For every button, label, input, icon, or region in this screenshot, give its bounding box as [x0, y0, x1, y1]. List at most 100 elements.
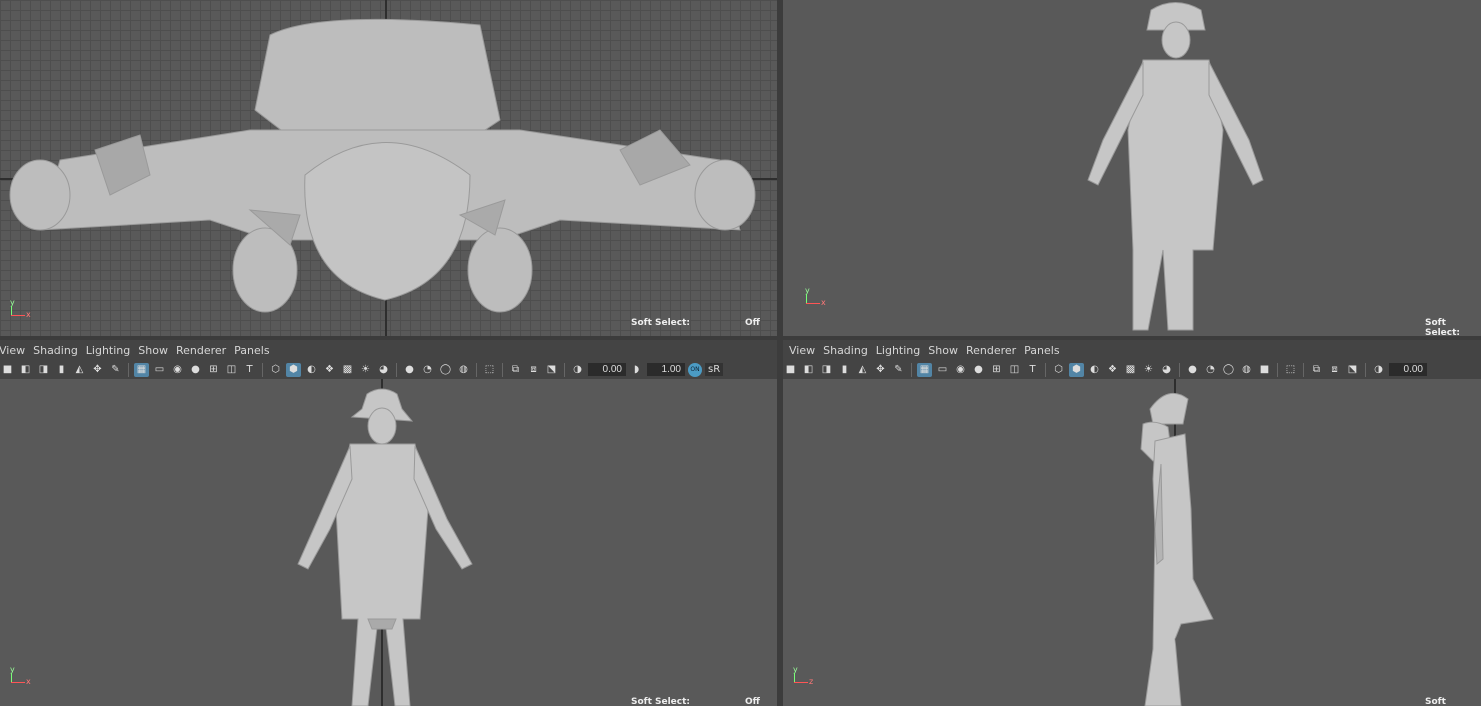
- field-chart-icon[interactable]: ⊞: [989, 363, 1004, 377]
- stop-icon[interactable]: ■: [1257, 363, 1272, 377]
- xray-components-icon[interactable]: ⬔: [544, 363, 559, 377]
- soft-select-status: Soft Select:: [1425, 697, 1446, 706]
- viewport-top[interactable]: yx Soft Select: Off: [0, 0, 777, 336]
- menu-show[interactable]: Show: [928, 344, 958, 357]
- ambient-occlusion-icon[interactable]: ●: [1185, 363, 1200, 377]
- viewport-side[interactable]: yz Soft Select:: [783, 379, 1481, 706]
- viewport-perspective[interactable]: yx Soft Select:: [783, 0, 1481, 336]
- safe-action-icon[interactable]: ◫: [1007, 363, 1022, 377]
- wireframe-icon[interactable]: ⬡: [268, 363, 283, 377]
- motion-blur-icon[interactable]: ◔: [420, 363, 435, 377]
- isolate-select-icon[interactable]: ⬚: [482, 363, 497, 377]
- resolution-gate-icon[interactable]: ◉: [170, 363, 185, 377]
- toolbar-separator: [1365, 362, 1366, 377]
- menu-shading[interactable]: Shading: [823, 344, 868, 357]
- 2d-pan-icon[interactable]: ✥: [873, 363, 888, 377]
- soft-select-status: Soft Select:: [1425, 318, 1461, 336]
- image-plane-icon[interactable]: ◭: [855, 363, 870, 377]
- xray-components-icon[interactable]: ⬔: [1345, 363, 1360, 377]
- resolution-gate-icon[interactable]: ◉: [953, 363, 968, 377]
- safe-title-icon[interactable]: T: [242, 363, 257, 377]
- camera-attr-icon[interactable]: ◨: [36, 363, 51, 377]
- anti-alias-icon[interactable]: ◯: [438, 363, 453, 377]
- textured-icon[interactable]: ❖: [322, 363, 337, 377]
- 2d-pan-icon[interactable]: ✥: [90, 363, 105, 377]
- gate-mask-icon[interactable]: ●: [188, 363, 203, 377]
- camera-icon[interactable]: ■: [783, 363, 798, 377]
- xray-icon[interactable]: ⧉: [1309, 363, 1324, 377]
- xray-joints-icon[interactable]: ⧈: [1327, 363, 1342, 377]
- panel-toolbar: ■ ◧ ◨ ▮ ◭ ✥ ✎ ▦ ▭ ◉ ● ⊞ ◫ T ⬡ ⬢ ◐ ❖ ▩ ☀ …: [0, 360, 777, 379]
- smooth-shade-icon[interactable]: ⬢: [286, 362, 301, 377]
- toolbar-separator: [1179, 362, 1180, 377]
- gate-mask-icon[interactable]: ●: [971, 363, 986, 377]
- checker-icon[interactable]: ▩: [1123, 363, 1138, 377]
- film-gate-icon[interactable]: ▭: [152, 363, 167, 377]
- camera-attr-icon[interactable]: ◨: [819, 363, 834, 377]
- toolbar-separator: [1303, 362, 1304, 377]
- character-model-front-view[interactable]: [0, 379, 777, 706]
- textured-icon[interactable]: ❖: [1105, 363, 1120, 377]
- menu-view[interactable]: View: [0, 344, 25, 357]
- pencil-icon[interactable]: ✎: [108, 363, 123, 377]
- panel-menu-bar: View Shading Lighting Show Renderer Pane…: [0, 340, 777, 360]
- gamma-icon[interactable]: ◗: [629, 363, 644, 377]
- view-axis-indicator: yx: [10, 298, 31, 319]
- xray-joints-icon[interactable]: ⧈: [526, 363, 541, 377]
- anti-alias-icon[interactable]: ◯: [1221, 363, 1236, 377]
- menu-show[interactable]: Show: [138, 344, 168, 357]
- gamma-field[interactable]: [647, 363, 685, 376]
- character-model-side-view[interactable]: [783, 379, 1481, 706]
- exposure-icon[interactable]: ◑: [570, 363, 585, 377]
- grid-icon[interactable]: ▦: [917, 362, 932, 377]
- menu-renderer[interactable]: Renderer: [966, 344, 1016, 357]
- default-material-icon[interactable]: ◐: [304, 363, 319, 377]
- depth-of-field-icon[interactable]: ◍: [456, 363, 471, 377]
- menu-view[interactable]: View: [789, 344, 815, 357]
- toolbar-separator: [128, 362, 129, 377]
- lighting-icon[interactable]: ☀: [1141, 363, 1156, 377]
- menu-lighting[interactable]: Lighting: [86, 344, 130, 357]
- shadows-icon[interactable]: ◕: [1159, 363, 1174, 377]
- camera-lock-icon[interactable]: ◧: [18, 363, 33, 377]
- pencil-icon[interactable]: ✎: [891, 363, 906, 377]
- exposure-icon[interactable]: ◑: [1371, 363, 1386, 377]
- exposure-field[interactable]: [588, 363, 626, 376]
- checker-icon[interactable]: ▩: [340, 363, 355, 377]
- toolbar-separator: [564, 362, 565, 377]
- wireframe-icon[interactable]: ⬡: [1051, 363, 1066, 377]
- lighting-icon[interactable]: ☀: [358, 363, 373, 377]
- color-space-selector[interactable]: sR: [705, 363, 724, 376]
- image-plane-icon[interactable]: ◭: [72, 363, 87, 377]
- xray-icon[interactable]: ⧉: [508, 363, 523, 377]
- panel-menu-bar: View Shading Lighting Show Renderer Pane…: [783, 340, 1481, 360]
- bookmark-icon[interactable]: ▮: [54, 363, 69, 377]
- color-management-toggle[interactable]: ON: [688, 362, 702, 377]
- film-gate-icon[interactable]: ▭: [935, 363, 950, 377]
- smooth-shade-icon[interactable]: ⬢: [1069, 362, 1084, 377]
- toolbar-separator: [911, 362, 912, 377]
- menu-lighting[interactable]: Lighting: [876, 344, 920, 357]
- camera-icon[interactable]: ■: [0, 363, 15, 377]
- safe-title-icon[interactable]: T: [1025, 363, 1040, 377]
- exposure-field[interactable]: [1389, 363, 1427, 376]
- menu-panels[interactable]: Panels: [234, 344, 269, 357]
- menu-panels[interactable]: Panels: [1024, 344, 1059, 357]
- character-model-perspective[interactable]: [783, 0, 1481, 336]
- field-chart-icon[interactable]: ⊞: [206, 363, 221, 377]
- camera-lock-icon[interactable]: ◧: [801, 363, 816, 377]
- isolate-select-icon[interactable]: ⬚: [1283, 363, 1298, 377]
- character-model-top-view[interactable]: [0, 0, 777, 336]
- motion-blur-icon[interactable]: ◔: [1203, 363, 1218, 377]
- bookmark-icon[interactable]: ▮: [837, 363, 852, 377]
- ambient-occlusion-icon[interactable]: ●: [402, 363, 417, 377]
- shadows-icon[interactable]: ◕: [376, 363, 391, 377]
- menu-shading[interactable]: Shading: [33, 344, 78, 357]
- safe-action-icon[interactable]: ◫: [224, 363, 239, 377]
- toolbar-separator: [502, 362, 503, 377]
- viewport-front[interactable]: yx Soft Select: Off: [0, 379, 777, 706]
- depth-of-field-icon[interactable]: ◍: [1239, 363, 1254, 377]
- grid-icon[interactable]: ▦: [134, 362, 149, 377]
- menu-renderer[interactable]: Renderer: [176, 344, 226, 357]
- default-material-icon[interactable]: ◐: [1087, 363, 1102, 377]
